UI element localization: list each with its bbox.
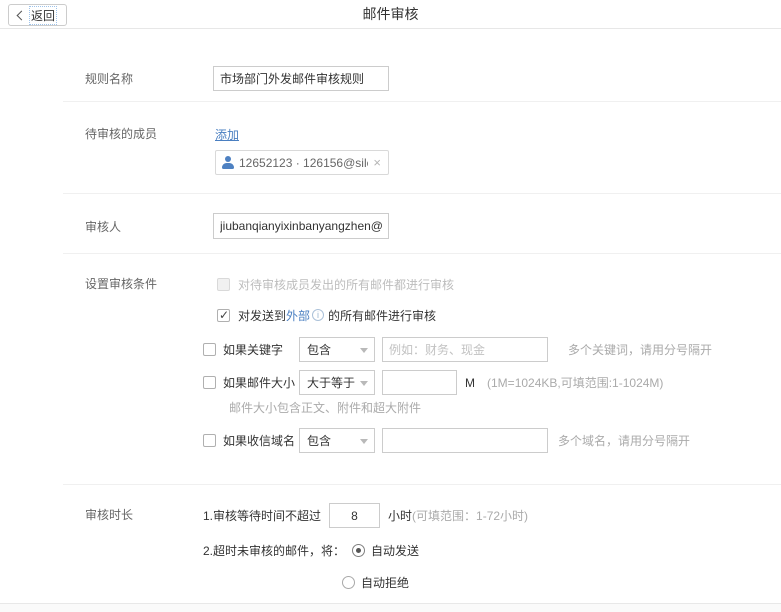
wait-time-row: 1.审核等待时间不超过 小时(可填范围：1-72小时) [203,503,528,528]
member-tag: 12652123 · 126156@silencey... × [215,150,389,175]
mail-size-input[interactable] [382,370,457,395]
footer-strip [0,604,781,612]
wait-time-text: 1.审核等待时间不超过 [203,507,321,524]
chevron-down-icon [360,381,368,386]
all-outgoing-checkbox[interactable] [217,278,230,291]
divider [63,101,781,102]
conditions-label: 设置审核条件 [85,277,157,291]
keyword-text: 如果关键字 [223,341,283,358]
back-button[interactable]: 返回 [8,4,67,26]
keyword-operator-select[interactable]: 包含 [299,337,375,362]
rule-name-input[interactable] [213,66,389,91]
keyword-operator-value: 包含 [307,341,331,358]
mail-size-note: 邮件大小包含正文、附件和超大附件 [229,400,421,414]
external-text-before: 对发送到 [238,307,286,324]
auto-reject-row: 自动拒绝 [342,575,409,589]
back-chevron-icon [17,10,27,20]
email-review-page: 邮件审核 返回 规则名称 待审核的成员 添加 12652123 · 126156… [0,0,781,612]
page-title: 邮件审核 [0,0,781,29]
remove-member-icon[interactable]: × [373,155,381,170]
mail-size-checkbox[interactable] [203,376,216,389]
reviewer-input[interactable] [213,213,389,239]
condition-all-outgoing-row: 对待审核成员发出的所有邮件都进行审核 [217,277,454,291]
divider [63,253,781,254]
keyword-input[interactable] [382,337,548,362]
wait-time-hint: (可填范围：1-72小时) [412,507,528,524]
reviewer-label: 审核人 [85,220,121,234]
condition-external-row: 对发送到 外部 i 的所有邮件进行审核 [217,308,436,322]
mail-size-operator-select[interactable]: 大于等于 [299,370,375,395]
mail-size-text: 如果邮件大小 [223,374,295,391]
keyword-hint: 多个关键词，请用分号隔开 [568,341,712,358]
wait-time-unit: 小时 [388,507,412,524]
domain-operator-value: 包含 [307,432,331,449]
info-icon[interactable]: i [312,309,324,321]
timeout-action-text: 2.超时未审核的邮件，将： [203,542,345,559]
mail-size-unit: M [465,376,475,390]
keyword-checkbox[interactable] [203,343,216,356]
external-checkbox[interactable] [217,309,230,322]
domain-checkbox[interactable] [203,434,216,447]
domain-operator-select[interactable]: 包含 [299,428,375,453]
back-button-label: 返回 [29,6,57,25]
all-outgoing-text: 对待审核成员发出的所有邮件都进行审核 [238,276,454,293]
chevron-down-icon [360,348,368,353]
external-text-after: 的所有邮件进行审核 [328,307,436,324]
condition-domain-row: 如果收信域名 包含 多个域名，请用分号隔开 [203,428,690,453]
divider [63,193,781,194]
condition-size-row: 如果邮件大小 大于等于 M (1M=1024KB,可填范围:1-1024M) [203,370,663,395]
add-member-link[interactable]: 添加 [215,126,239,143]
timeout-action-row: 2.超时未审核的邮件，将： 自动发送 [203,543,419,557]
member-tag-text: 12652123 · 126156@silencey... [239,156,368,170]
auto-send-label: 自动发送 [371,542,419,559]
condition-keyword-row: 如果关键字 包含 多个关键词，请用分号隔开 [203,337,712,362]
auto-send-radio[interactable] [352,544,365,557]
mail-size-operator-value: 大于等于 [307,374,355,391]
wait-hours-input[interactable] [329,503,380,528]
chevron-down-icon [360,439,368,444]
auto-reject-radio[interactable] [342,576,355,589]
mail-size-hint: (1M=1024KB,可填范围:1-1024M) [487,374,663,391]
members-label: 待审核的成员 [85,127,157,141]
person-icon [222,156,234,169]
auto-reject-label: 自动拒绝 [361,574,409,591]
external-link[interactable]: 外部 [286,307,310,324]
domain-input[interactable] [382,428,548,453]
domain-text: 如果收信域名 [223,432,295,449]
rule-name-label: 规则名称 [85,72,133,86]
divider [63,484,781,485]
domain-hint: 多个域名，请用分号隔开 [558,432,690,449]
duration-label: 审核时长 [85,508,133,522]
header-bar: 邮件审核 返回 [0,0,781,29]
